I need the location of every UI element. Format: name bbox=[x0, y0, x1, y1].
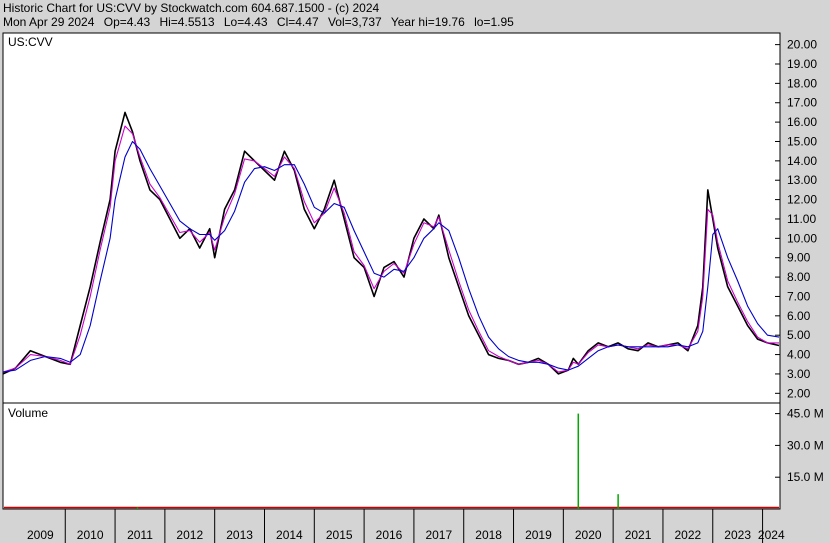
xtick-label: 2024 bbox=[758, 528, 785, 542]
price-ytick-label: 2.00 bbox=[787, 386, 811, 400]
xtick-label: 2018 bbox=[475, 528, 502, 542]
xtick-label: 2011 bbox=[127, 528, 153, 542]
xtick-label: 2019 bbox=[525, 528, 552, 542]
price-panel-title: US:CVV bbox=[8, 35, 53, 49]
price-ytick-label: 7.00 bbox=[787, 289, 811, 303]
price-ytick-label: 18.00 bbox=[787, 76, 817, 90]
xtick-label: 2015 bbox=[326, 528, 353, 542]
xtick-label: 2021 bbox=[625, 528, 652, 542]
xtick-label: 2013 bbox=[226, 528, 253, 542]
price-ytick-label: 16.00 bbox=[787, 115, 817, 129]
price-ytick-label: 19.00 bbox=[787, 57, 817, 71]
xtick-label: 2016 bbox=[376, 528, 403, 542]
xtick-label: 2010 bbox=[77, 528, 104, 542]
price-ytick-label: 11.00 bbox=[787, 212, 816, 226]
price-ytick-label: 14.00 bbox=[787, 154, 817, 168]
stock-chart: US:CVV Volume 2.00 3.00 4.00 5.00 6.00 7.00 8.… bbox=[2, 32, 824, 543]
volume-ytick-label: 30.0 M bbox=[787, 438, 824, 452]
price-ytick-label: 15.00 bbox=[787, 134, 817, 148]
price-ytick-label: 8.00 bbox=[787, 270, 811, 284]
price-ytick-label: 4.00 bbox=[787, 348, 811, 362]
volume-panel-title: Volume bbox=[8, 406, 48, 420]
price-ytick-label: 10.00 bbox=[787, 231, 817, 245]
price-ytick-label: 5.00 bbox=[787, 328, 811, 342]
price-ytick-label: 3.00 bbox=[787, 367, 811, 381]
price-ytick-label: 17.00 bbox=[787, 96, 817, 110]
volume-panel bbox=[2, 402, 781, 510]
xtick-label: 2020 bbox=[575, 528, 602, 542]
xtick-label: 2017 bbox=[425, 528, 452, 542]
price-ytick-label: 20.00 bbox=[787, 38, 817, 52]
price-ytick-label: 12.00 bbox=[787, 193, 817, 207]
xtick-label: 2022 bbox=[675, 528, 702, 542]
price-ytick-label: 13.00 bbox=[787, 173, 817, 187]
xtick-label: 2012 bbox=[176, 528, 203, 542]
price-ytick-label: 9.00 bbox=[787, 251, 811, 265]
xtick-label: 2009 bbox=[27, 528, 54, 542]
price-ytick-label: 6.00 bbox=[787, 309, 811, 323]
volume-ytick-label: 15.0 M bbox=[787, 470, 824, 484]
xtick-label: 2014 bbox=[276, 528, 303, 542]
xtick-label: 2023 bbox=[724, 528, 751, 542]
price-panel bbox=[2, 32, 781, 404]
volume-ytick-label: 45.0 M bbox=[787, 407, 824, 421]
